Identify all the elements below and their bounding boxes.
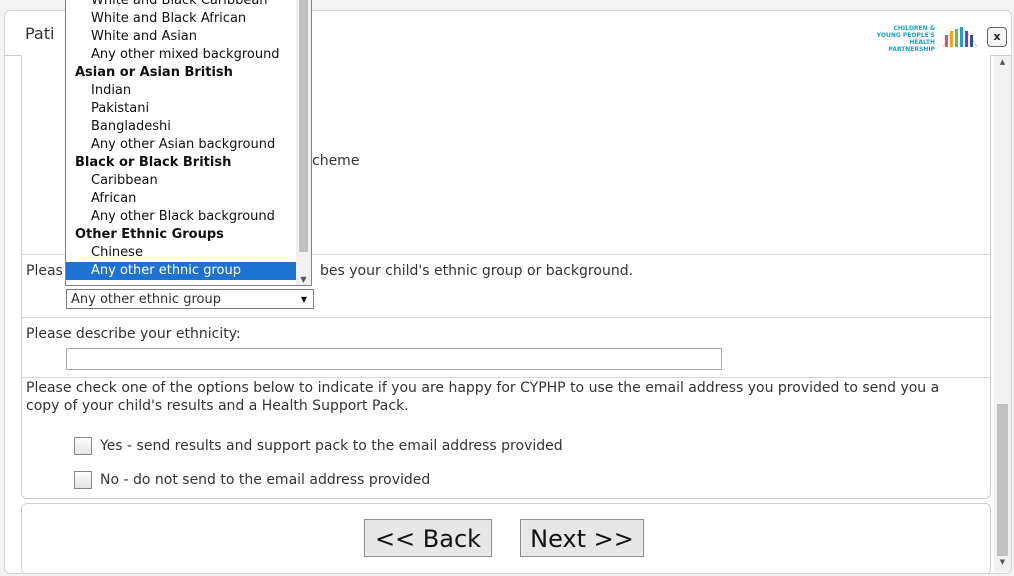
- partial-question-text: cheme: [312, 153, 360, 169]
- dropdown-scroll-down-icon[interactable]: ▼: [296, 275, 311, 284]
- row-divider: [22, 317, 990, 318]
- ethnic-group-selected-value: Any other ethnic group: [71, 292, 221, 307]
- dropdown-group-header: Other Ethnic Groups: [75, 227, 224, 242]
- describe-ethnicity-label: Please describe your ethnicity:: [26, 326, 241, 342]
- yes-send-label: Yes - send results and support pack to t…: [100, 438, 563, 454]
- yes-send-checkbox[interactable]: [74, 437, 92, 455]
- scroll-down-icon[interactable]: ▼: [994, 558, 1011, 570]
- back-button[interactable]: << Back: [364, 519, 492, 557]
- row-divider: [22, 377, 990, 378]
- dropdown-option[interactable]: White and Black African: [66, 10, 311, 28]
- dropdown-option[interactable]: Pakistani: [66, 100, 311, 118]
- scrollbar-thumb[interactable]: [997, 404, 1008, 556]
- dropdown-option[interactable]: African: [66, 190, 311, 208]
- logo-text: CHILDREN & YOUNG PEOPLE'S HEALTH PARTNER…: [876, 25, 935, 53]
- dropdown-scrollbar-thumb[interactable]: [299, 0, 308, 252]
- dropdown-group-header: Black or Black British: [75, 155, 232, 170]
- email-consent-text: Please check one of the options below to…: [26, 380, 940, 414]
- ethnic-group-select[interactable]: Any other ethnic group ▼: [66, 289, 314, 309]
- no-send-checkbox[interactable]: [74, 471, 92, 489]
- dropdown-group-header: Asian or Asian British: [75, 65, 233, 80]
- navigation-panel: << Back Next >>: [21, 503, 991, 573]
- cyphp-logo: CHILDREN & YOUNG PEOPLE'S HEALTH PARTNER…: [871, 15, 983, 53]
- ethnic-group-prompt-start: Pleas: [26, 263, 63, 279]
- dropdown-option[interactable]: White and Asian: [66, 28, 311, 46]
- dropdown-option-selected[interactable]: Any other ethnic group: [66, 262, 311, 280]
- page-scrollbar[interactable]: ▲ ▼: [994, 56, 1011, 572]
- describe-ethnicity-input[interactable]: [66, 348, 722, 370]
- dropdown-option[interactable]: White and Black Caribbean: [66, 0, 311, 10]
- dropdown-option[interactable]: Bangladeshi: [66, 118, 311, 136]
- dropdown-option[interactable]: Caribbean: [66, 172, 311, 190]
- window-title: Pati: [25, 24, 55, 43]
- select-caret-icon: ▼: [300, 295, 307, 304]
- dropdown-option[interactable]: Chinese: [66, 244, 311, 262]
- ethnic-group-dropdown-list[interactable]: White and Black Caribbean White and Blac…: [65, 0, 312, 286]
- logo-figures-icon: [942, 27, 978, 48]
- close-button[interactable]: x: [987, 27, 1007, 47]
- dropdown-option[interactable]: Any other Asian background: [66, 136, 311, 154]
- dropdown-scrollbar[interactable]: ▼: [296, 0, 311, 285]
- dropdown-option[interactable]: Any other Black background: [66, 208, 311, 226]
- scroll-up-icon[interactable]: ▲: [994, 58, 1011, 70]
- ethnic-group-prompt-end: bes your child's ethnic group or backgro…: [320, 263, 634, 279]
- no-send-label: No - do not send to the email address pr…: [100, 472, 431, 488]
- dropdown-option[interactable]: Any other mixed background: [66, 46, 311, 64]
- next-button[interactable]: Next >>: [520, 519, 644, 557]
- dropdown-option[interactable]: Indian: [66, 82, 311, 100]
